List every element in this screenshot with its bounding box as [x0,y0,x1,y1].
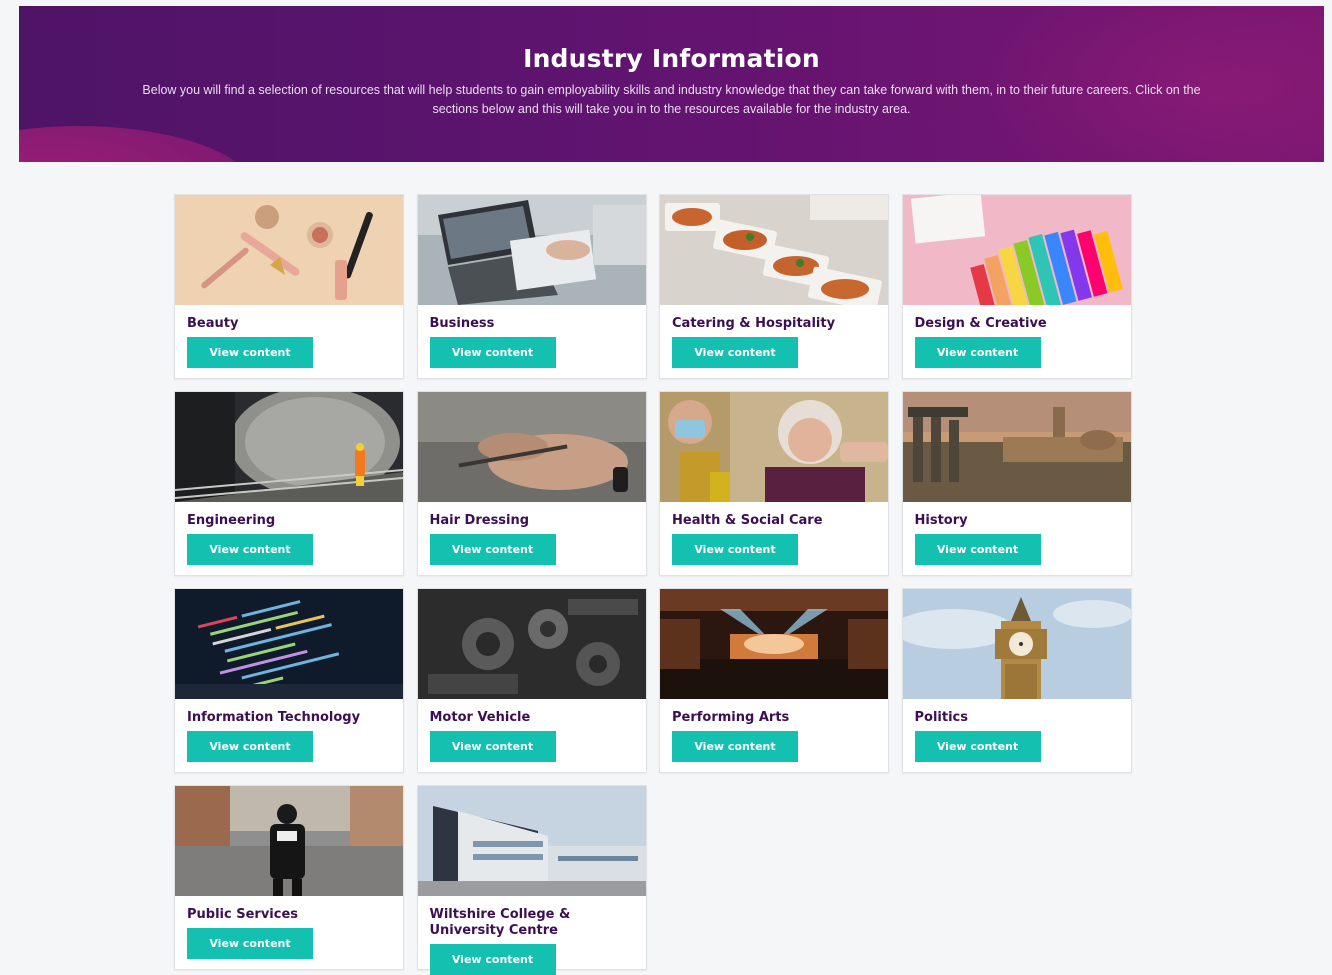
view-content-button[interactable]: View content [429,534,556,565]
industry-name: Information Technology [187,710,361,725]
design-image[interactable] [902,195,1131,305]
industry-card-public-services: Public Services View content [174,785,404,970]
industry-name: Politics [914,710,969,725]
industry-card-catering: Catering & Hospitality View content [659,194,889,379]
health-image[interactable] [660,392,888,502]
industry-card-history: History View content [901,391,1132,576]
view-content-button[interactable]: View content [429,731,556,762]
industry-card-politics: Politics View content [901,588,1132,773]
industry-card-design: Design & Creative View content [901,194,1132,379]
industry-name: Performing Arts [672,710,790,725]
industry-name: Motor Vehicle [429,710,531,725]
industry-card-health: Health & Social Care View content [659,391,889,576]
industry-name: Beauty [187,316,239,331]
industry-name: Health & Social Care [672,513,823,528]
industry-grid: Beauty View content Business View conten… [174,194,1134,975]
industry-name: Public Services [187,907,299,922]
engineering-image[interactable] [175,392,403,502]
industry-card-it: Information Technology View content [174,588,404,773]
history-image[interactable] [902,392,1131,502]
industry-card-performing-arts: Performing Arts View content [659,588,889,773]
industry-name: Wiltshire College & University Centre [429,907,571,938]
industry-name: Hair Dressing [429,513,530,528]
politics-image[interactable] [902,589,1131,699]
industry-card-business: Business View content [416,194,647,379]
view-content-button[interactable]: View content [914,731,1041,762]
industry-card-motor-vehicle: Motor Vehicle View content [416,588,647,773]
beauty-image[interactable] [175,195,403,305]
performing-arts-image[interactable] [660,589,888,699]
view-content-button[interactable]: View content [429,337,556,368]
hair-dressing-image[interactable] [417,392,646,502]
industry-card-beauty: Beauty View content [174,194,404,379]
view-content-button[interactable]: View content [187,928,313,959]
view-content-button[interactable]: View content [187,337,313,368]
view-content-button[interactable]: View content [914,534,1041,565]
view-content-button[interactable]: View content [672,731,798,762]
page-description: Below you will find a selection of resou… [142,83,1201,116]
public-services-image[interactable] [175,786,403,896]
industry-card-hair-dressing: Hair Dressing View content [416,391,647,576]
industry-card-wiltshire-college: Wiltshire College & University Centre Vi… [416,785,647,975]
industry-name: History [914,513,968,528]
catering-image[interactable] [660,195,888,305]
view-content-button[interactable]: View content [187,534,313,565]
page-title: Industry Information [523,44,820,73]
industry-name: Design & Creative [914,316,1047,331]
hero-banner: Industry Information Below you will find… [19,6,1324,162]
industry-card-engineering: Engineering View content [174,391,404,576]
hero-decoration [19,126,259,162]
motor-vehicle-image[interactable] [417,589,646,699]
wiltshire-college-image[interactable] [417,786,646,896]
industry-name: Business [429,316,495,331]
view-content-button[interactable]: View content [914,337,1041,368]
business-image[interactable] [417,195,646,305]
industry-name: Catering & Hospitality [672,316,836,331]
view-content-button[interactable]: View content [672,534,798,565]
view-content-button[interactable]: View content [187,731,313,762]
view-content-button[interactable]: View content [672,337,798,368]
information-technology-image[interactable] [175,589,403,699]
industry-name: Engineering [187,513,276,528]
